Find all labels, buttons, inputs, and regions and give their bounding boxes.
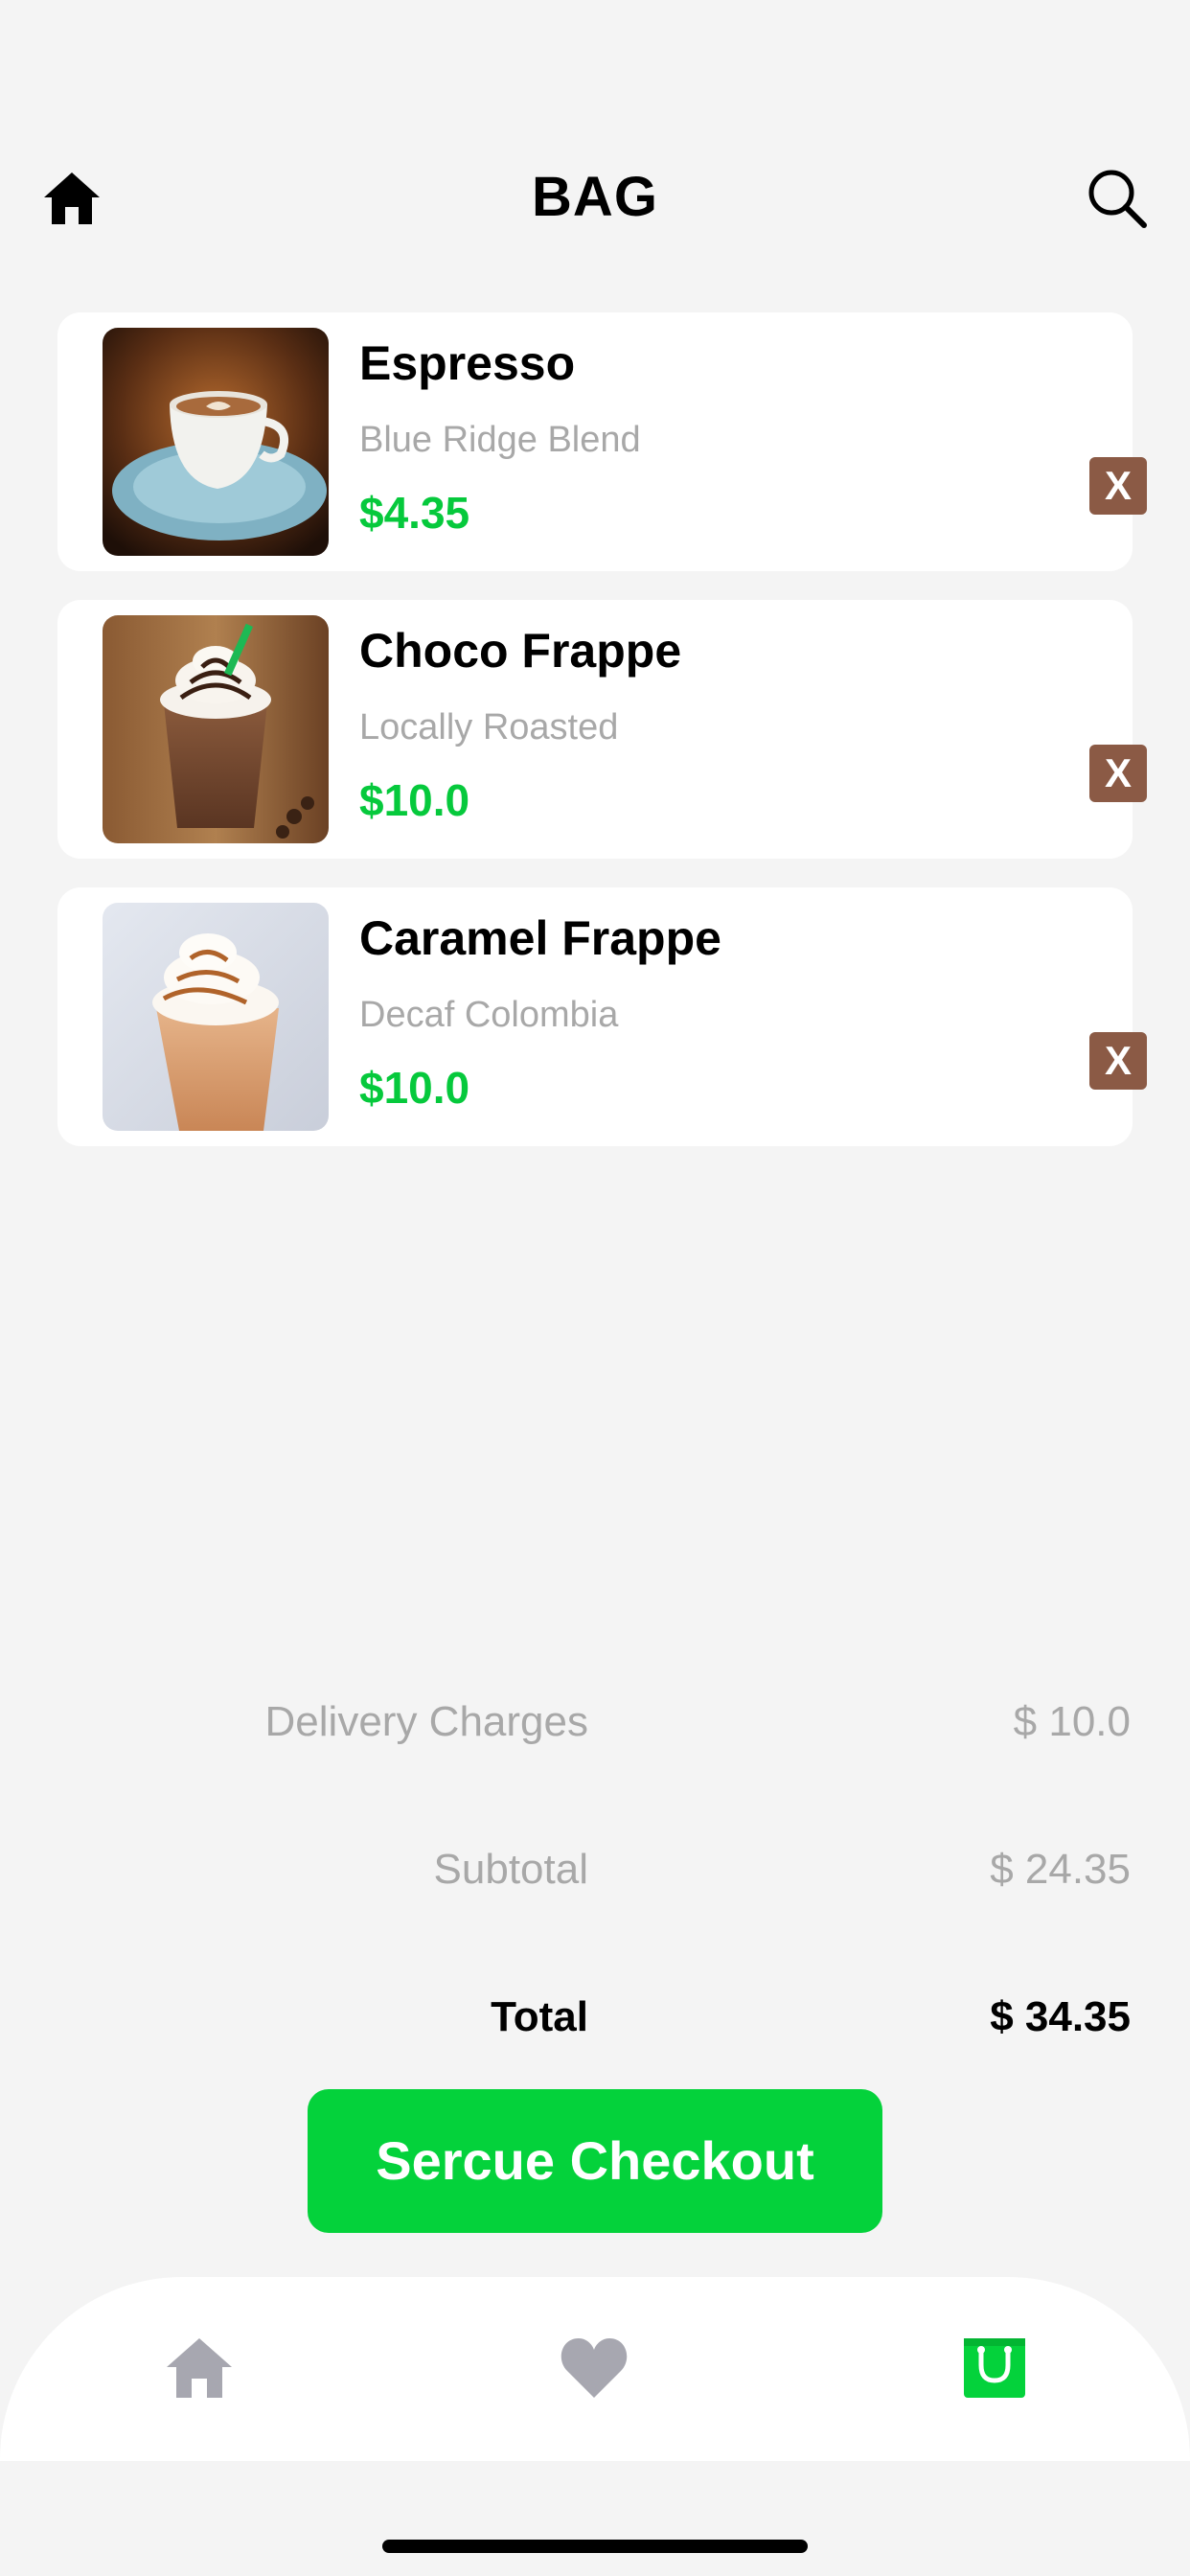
- product-description: Decaf Colombia: [359, 995, 619, 1035]
- search-button[interactable]: [1086, 167, 1149, 230]
- checkout-button[interactable]: Sercue Checkout: [308, 2089, 882, 2233]
- product-name: Caramel Frappe: [359, 911, 721, 965]
- home-indicator: [382, 2540, 808, 2553]
- subtotal-value: $ 24.35: [990, 1846, 1131, 1893]
- product-name: Espresso: [359, 336, 576, 390]
- product-price: $10.0: [359, 775, 470, 825]
- espresso-cup-image: [103, 328, 329, 556]
- product-image: [103, 615, 329, 843]
- total-label: Total: [491, 1993, 588, 2040]
- product-price: $4.35: [359, 488, 470, 538]
- product-name: Choco Frappe: [359, 624, 682, 678]
- product-price: $10.0: [359, 1063, 470, 1113]
- nav-bag-button[interactable]: [958, 2331, 1031, 2404]
- bottom-safe-area: [0, 2461, 1190, 2576]
- search-icon: [1088, 170, 1147, 228]
- heart-icon: [561, 2338, 628, 2398]
- cart-item[interactable]: Choco Frappe Locally Roasted $10.0: [57, 600, 1133, 859]
- subtotal-label: Subtotal: [433, 1846, 588, 1893]
- total-row: Total $ 34.35: [0, 1993, 1190, 2051]
- delivery-charges-value: $ 10.0: [1013, 1698, 1131, 1745]
- nav-favorites-button[interactable]: [558, 2331, 630, 2404]
- nav-home-button[interactable]: [163, 2331, 236, 2404]
- delivery-charges-row: Delivery Charges $ 10.0: [0, 1698, 1190, 1756]
- delivery-charges-label: Delivery Charges: [264, 1698, 588, 1745]
- subtotal-row: Subtotal $ 24.35: [0, 1846, 1190, 1903]
- remove-item-button[interactable]: X: [1089, 1032, 1147, 1090]
- product-image: [103, 903, 329, 1131]
- caramel-frappe-image: [103, 903, 329, 1131]
- header: BAG: [0, 153, 1190, 240]
- cart-item[interactable]: Espresso Blue Ridge Blend $4.35: [57, 312, 1133, 571]
- product-image: [103, 328, 329, 556]
- shopping-bag-icon: [964, 2338, 1025, 2398]
- product-description: Locally Roasted: [359, 707, 619, 748]
- choco-frappe-image: [103, 615, 329, 843]
- product-description: Blue Ridge Blend: [359, 420, 641, 460]
- page-title: BAG: [532, 166, 658, 228]
- remove-item-button[interactable]: X: [1089, 745, 1147, 802]
- total-value: $ 34.35: [990, 1993, 1131, 2040]
- remove-item-button[interactable]: X: [1089, 457, 1147, 515]
- home-icon: [167, 2338, 232, 2398]
- cart-item[interactable]: Caramel Frappe Decaf Colombia $10.0: [57, 887, 1133, 1146]
